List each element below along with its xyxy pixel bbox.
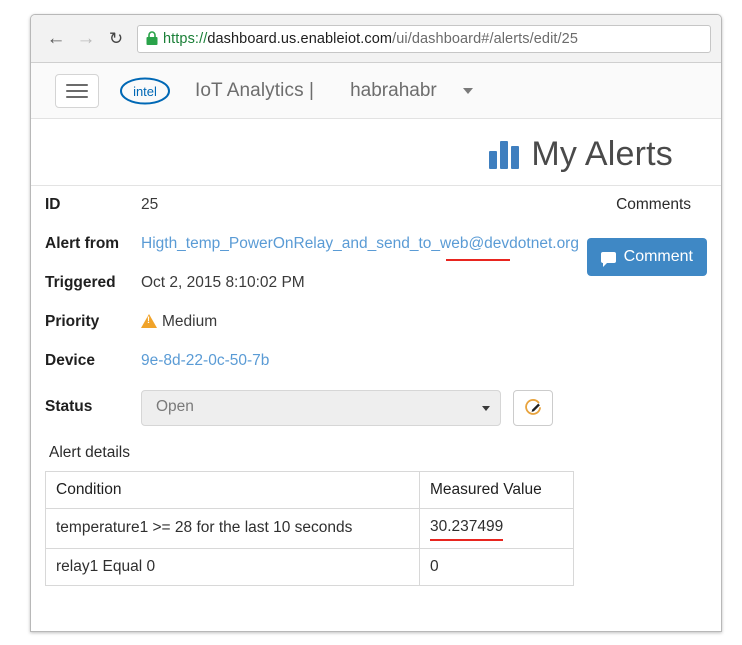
content-area: Comments Comment ID 25 Alert from Higth_…: [31, 186, 721, 587]
detail-row-status: Status Open: [45, 389, 707, 426]
alert-details-table: Condition Measured Value temperature1 >=…: [45, 470, 574, 587]
browser-toolbar: ← → ↻ https://dashboard.us.enableiot.com…: [31, 15, 721, 63]
column-header-measured-value: Measured Value: [419, 470, 574, 510]
detail-label-device: Device: [45, 351, 95, 369]
table-head: Condition Measured Value: [45, 470, 574, 510]
edit-pencil-icon: [525, 398, 541, 415]
url-path: /ui/dashboard#/alerts/edit/25: [392, 30, 578, 47]
account-name[interactable]: habrahabr: [350, 80, 437, 102]
intel-logo: intel: [119, 76, 171, 106]
reload-icon[interactable]: ↻: [101, 24, 131, 54]
back-arrow-icon[interactable]: ←: [41, 24, 71, 54]
detail-label-alert-from: Alert from: [45, 234, 120, 252]
measured-value-highlighted: 30.237499: [430, 518, 504, 541]
detail-label-triggered: Triggered: [45, 273, 116, 291]
lock-icon: [146, 31, 158, 46]
detail-value-id: 25: [141, 196, 159, 213]
add-comment-button[interactable]: Comment: [586, 238, 707, 276]
warning-triangle-icon: [141, 313, 157, 328]
chevron-down-icon[interactable]: [462, 87, 473, 94]
select-caret-icon[interactable]: [482, 405, 490, 411]
cell-measured-1: 30.237499: [419, 508, 574, 549]
detail-row-priority: Priority Medium: [45, 311, 707, 333]
page-title: My Alerts: [531, 135, 673, 173]
table-body: temperature1 >= 28 for the last 10 secon…: [45, 508, 574, 587]
device-link[interactable]: 9e-8d-22-0c-50-7b: [141, 352, 269, 369]
detail-value-priority: Medium: [141, 311, 707, 333]
browser-window: ← → ↻ https://dashboard.us.enableiot.com…: [30, 14, 722, 632]
cell-condition-1: temperature1 >= 28 for the last 10 secon…: [45, 508, 420, 549]
screenshot-root: ← → ↻ https://dashboard.us.enableiot.com…: [0, 0, 742, 645]
table-row: relay1 Equal 0 0: [45, 547, 574, 587]
page-title-row: My Alerts: [31, 119, 721, 181]
alert-definition-list: ID 25 Alert from Higth_temp_PowerOnRelay…: [45, 186, 707, 426]
url-host: dashboard.us.enableiot.com: [207, 30, 393, 47]
forward-arrow-icon[interactable]: →: [71, 24, 101, 54]
alert-from-highlight-underline: [446, 258, 510, 261]
detail-row-device: Device 9e-8d-22-0c-50-7b: [45, 350, 707, 372]
detail-row-id: ID 25: [45, 194, 707, 216]
status-select[interactable]: Open: [141, 389, 501, 426]
url-bar[interactable]: https://dashboard.us.enableiot.com/ui/da…: [137, 24, 711, 53]
detail-value-device: 9e-8d-22-0c-50-7b: [141, 350, 707, 372]
cell-condition-2: relay1 Equal 0: [45, 547, 420, 587]
url-text: https://dashboard.us.enableiot.com/ui/da…: [163, 31, 578, 47]
detail-label-priority: Priority: [45, 312, 100, 330]
priority-text: Medium: [162, 312, 218, 330]
brand-title: IoT Analytics |: [195, 79, 315, 101]
alert-details-label: Alert details: [49, 443, 130, 461]
url-scheme: https://: [163, 30, 208, 47]
comment-button-label: Comment: [623, 248, 693, 265]
column-header-condition: Condition: [45, 470, 420, 510]
cell-measured-2: 0: [419, 547, 574, 587]
app-navbar: intel IoT Analytics | habrahabr: [31, 63, 721, 119]
alert-from-link[interactable]: Higth_temp_PowerOnRelay_and_send_to_web@…: [141, 235, 579, 252]
hamburger-menu-icon[interactable]: [55, 73, 99, 108]
table-row: temperature1 >= 28 for the last 10 secon…: [45, 508, 574, 549]
bar-chart-icon: [489, 139, 520, 169]
detail-label-id: ID: [45, 196, 61, 213]
detail-label-status: Status: [45, 398, 93, 416]
detail-value-status: Open: [141, 389, 707, 426]
page-body: My Alerts Comments Comment ID 25 Alert f…: [31, 119, 721, 631]
alert-from-wrapper: Higth_temp_PowerOnRelay_and_send_to_web@…: [141, 234, 579, 261]
comment-bubble-icon: [600, 251, 616, 267]
status-select-wrapper: Open: [141, 389, 501, 426]
edit-status-button[interactable]: [513, 389, 553, 426]
svg-text:intel: intel: [133, 84, 157, 99]
table-header-row: Condition Measured Value: [45, 470, 574, 510]
